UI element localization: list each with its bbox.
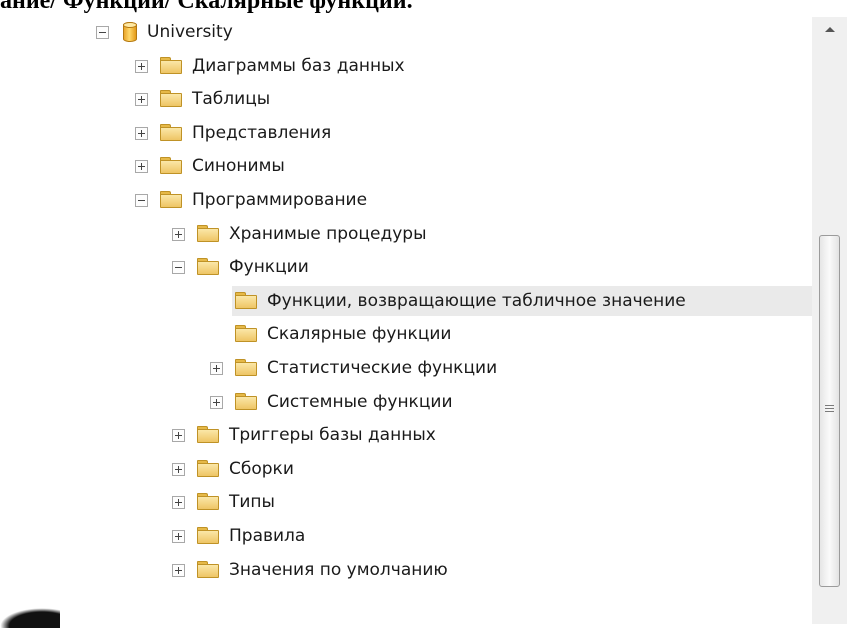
tree-node-table-valued-functions[interactable]: Функции, возвращающие табличное значение [232, 285, 812, 316]
vertical-scrollbar[interactable] [812, 17, 847, 624]
tree-node-label: Хранимые процедуры [229, 223, 427, 244]
folder-icon [197, 224, 219, 242]
tree-node-label: Системные функции [267, 391, 453, 412]
folder-icon [160, 90, 182, 108]
tree-node-aggregate-functions[interactable]: Статистические функции [0, 353, 812, 383]
tree-node-database-triggers[interactable]: Триггеры базы данных [0, 420, 812, 450]
tree-node-label: Таблицы [192, 89, 271, 110]
expand-icon[interactable] [135, 160, 148, 174]
tree-node-defaults[interactable]: Значения по умолчанию [0, 555, 812, 585]
tree-node-label: Функции [229, 257, 309, 278]
folder-icon [197, 459, 219, 477]
tree-node-label: Правила [229, 526, 306, 546]
expand-icon[interactable] [172, 462, 185, 476]
grip-icon [825, 408, 834, 409]
tree-node-stored-procedures[interactable]: Хранимые процедуры [0, 219, 812, 249]
tree-node-label: Значения по умолчанию [229, 559, 448, 580]
scrollbar-thumb[interactable] [819, 235, 840, 587]
tree-node-label: University [147, 22, 233, 42]
tree-node-label: Синонимы [192, 156, 285, 177]
tree-node-root[interactable]: University [0, 17, 812, 47]
expand-icon[interactable] [135, 126, 148, 140]
tree-node-diagrams[interactable]: Диаграммы баз данных [0, 51, 812, 81]
expand-icon[interactable] [210, 362, 223, 375]
folder-icon [197, 258, 219, 276]
tree-node-functions[interactable]: Функции [0, 252, 812, 282]
folder-icon [197, 527, 219, 544]
folder-icon [197, 560, 219, 578]
tree-node-label: Представления [192, 122, 332, 143]
database-icon [123, 22, 137, 42]
collapse-icon[interactable] [135, 194, 148, 207]
tree-node-label: Сборки [229, 458, 294, 479]
folder-icon [235, 325, 257, 343]
folder-icon [160, 56, 182, 74]
tree-node-rules[interactable]: Правила [0, 521, 812, 551]
expand-icon[interactable] [172, 429, 185, 443]
folder-icon [160, 191, 182, 208]
expand-icon[interactable] [172, 227, 185, 241]
tree-node-label: Типы [229, 492, 275, 513]
grip-icon [825, 411, 834, 412]
collapse-icon[interactable] [96, 26, 109, 39]
corner-decoration [0, 608, 60, 628]
expand-icon[interactable] [172, 530, 185, 543]
tree-node-tables[interactable]: Таблицы [0, 84, 812, 114]
folder-icon [160, 157, 182, 175]
tree-node-label: Программирование [192, 190, 368, 210]
collapse-icon[interactable] [172, 261, 185, 275]
scroll-up-arrow-icon[interactable] [825, 27, 835, 32]
tree-node-label: Диаграммы баз данных [192, 55, 405, 76]
tree-node-label: Скалярные функции [267, 324, 452, 345]
folder-icon [235, 291, 257, 309]
folder-icon [197, 426, 219, 444]
tree-node-assemblies[interactable]: Сборки [0, 454, 812, 484]
tree-node-label: Статистические функции [267, 358, 498, 378]
tree-node-synonyms[interactable]: Синонимы [0, 151, 812, 181]
folder-icon [160, 123, 182, 141]
tree-node-programmability[interactable]: Программирование [0, 185, 812, 215]
tree-node-scalar-functions[interactable]: Скалярные функции [0, 319, 812, 349]
expand-icon[interactable] [210, 395, 223, 409]
folder-icon [235, 359, 257, 376]
expand-icon[interactable] [172, 563, 185, 577]
folder-icon [197, 493, 219, 511]
page-heading: ание/ Функции/ Скалярные функции. [0, 0, 413, 14]
object-explorer-tree[interactable]: University Диаграммы баз данных Таблицы Пре… [0, 17, 812, 624]
tree-node-system-functions[interactable]: Системные функции [0, 387, 812, 417]
tree-node-label: Функции, возвращающие табличное значение [267, 290, 686, 311]
expand-icon[interactable] [135, 93, 148, 107]
tree-node-views[interactable]: Представления [0, 118, 812, 148]
expand-icon[interactable] [135, 59, 148, 73]
expand-icon[interactable] [172, 496, 185, 510]
tree-node-types[interactable]: Типы [0, 487, 812, 517]
folder-icon [235, 392, 257, 410]
grip-icon [825, 405, 834, 406]
tree-node-label: Триггеры базы данных [229, 425, 436, 446]
